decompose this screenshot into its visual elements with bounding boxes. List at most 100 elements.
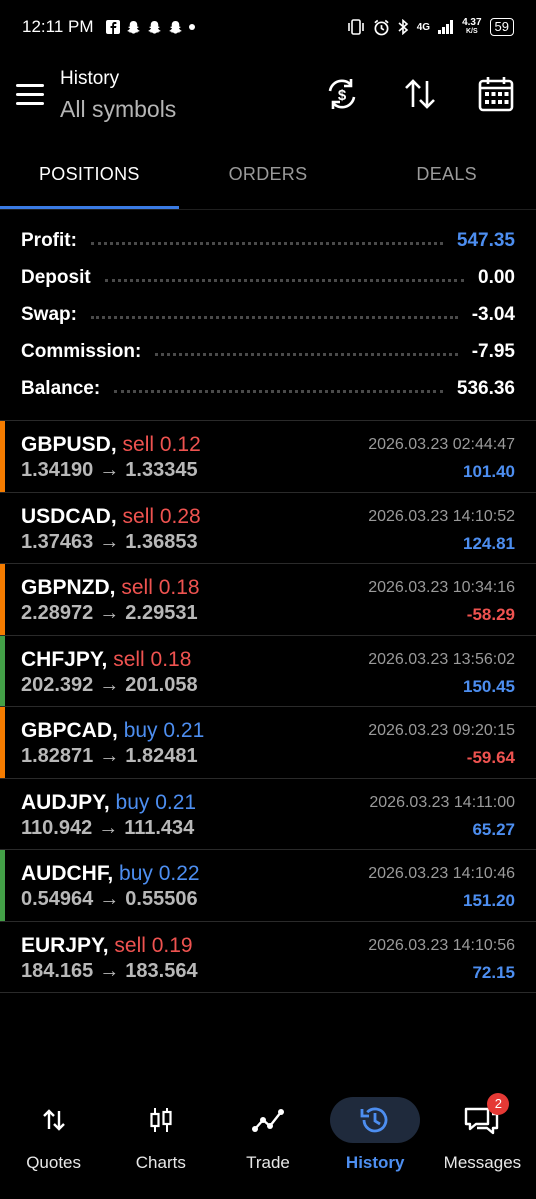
position-date: 2026.03.23 10:34:16 <box>368 579 515 596</box>
price-arrow-icon: → <box>98 816 119 839</box>
open-price: 0.54964 <box>21 888 94 910</box>
position-symbol: GBPUSD, sell 0.12 <box>21 433 201 457</box>
close-price: 1.33345 <box>125 459 198 481</box>
summary-label: Balance: <box>21 377 101 399</box>
status-time: 12:11 PM <box>22 17 94 36</box>
price-arrow-icon: → <box>99 530 120 553</box>
position-row[interactable]: GBPNZD, sell 0.18 2.28972 → 2.29531 2026.0… <box>0 564 536 636</box>
unread-badge: 2 <box>487 1093 510 1115</box>
nav-label: Quotes <box>26 1153 81 1172</box>
nav-history[interactable]: History <box>322 1089 429 1199</box>
position-symbol: AUDCHF, buy 0.22 <box>21 862 200 886</box>
position-side-volume: buy 0.22 <box>119 862 200 885</box>
dotted-leader <box>114 390 443 393</box>
symbol-name: USDCAD, <box>21 504 117 528</box>
position-profit: 72.15 <box>472 962 515 982</box>
dotted-leader <box>155 353 458 356</box>
notification-icons <box>105 20 195 35</box>
position-row[interactable]: EURJPY, sell 0.19 184.165 → 183.564 2026.0… <box>0 922 536 993</box>
symbol-name: GBPNZD, <box>21 576 116 599</box>
position-prices: 202.392 → 201.058 <box>21 674 198 697</box>
position-date: 2026.03.23 14:11:00 <box>369 793 515 811</box>
position-prices: 0.54964 → 0.55506 <box>21 888 198 911</box>
position-prices: 184.165 → 183.564 <box>21 960 198 983</box>
snapchat-icon <box>126 20 140 34</box>
open-price: 1.34190 <box>21 459 94 481</box>
position-profit: 124.81 <box>463 533 515 553</box>
close-price: 183.564 <box>125 959 198 982</box>
nav-quotes[interactable]: Quotes <box>0 1089 107 1199</box>
facebook-icon <box>105 20 120 34</box>
dotted-leader <box>90 242 443 245</box>
system-icons: 4G 4.37 K/S 59 <box>347 18 514 36</box>
position-color-marker <box>0 493 5 564</box>
alarm-icon <box>374 19 389 35</box>
position-profit: 150.45 <box>463 676 515 696</box>
position-symbol: CHFJPY, sell 0.18 <box>21 648 191 672</box>
open-price: 110.942 <box>21 816 93 839</box>
summary-deposit-row: Deposit 0.00 <box>0 259 536 296</box>
history-tabs: POSITIONS ORDERS DEALS <box>0 150 536 210</box>
currency-refresh-icon: $ <box>328 79 356 109</box>
position-row[interactable]: GBPCAD, buy 0.21 1.82871 → 1.82481 2026.03… <box>0 707 536 779</box>
nav-trade[interactable]: Trade <box>214 1089 321 1199</box>
close-price: 111.434 <box>124 816 195 839</box>
hamburger-menu-icon[interactable] <box>16 84 44 106</box>
position-side-volume: sell 0.19 <box>114 933 193 957</box>
position-date: 2026.03.23 09:20:15 <box>368 722 515 739</box>
position-symbol: USDCAD, sell 0.28 <box>21 505 201 529</box>
summary-label: Commission: <box>21 340 142 362</box>
chat-icon: 2 <box>437 1093 527 1143</box>
position-color-marker <box>0 635 5 706</box>
open-price: 1.82871 <box>21 745 94 767</box>
price-arrow-icon: → <box>99 888 120 910</box>
tab-orders[interactable]: ORDERS <box>179 150 358 209</box>
position-row[interactable]: AUDJPY, buy 0.21 110.942 → 111.434 2026.03… <box>0 779 536 850</box>
tab-deals[interactable]: DEALS <box>357 150 536 209</box>
dot-icon <box>188 24 195 30</box>
summary-label: Deposit <box>21 266 91 288</box>
symbol-name: CHFJPY, <box>21 647 108 671</box>
position-prices: 2.28972 → 2.29531 <box>21 602 198 625</box>
position-profit: 65.27 <box>472 819 515 839</box>
position-row[interactable]: GBPUSD, sell 0.12 1.34190 → 1.33345 2026.0… <box>0 421 536 493</box>
account-summary: Profit: 547.35 Deposit 0.00 Swap: -3.04 … <box>0 222 536 407</box>
nav-label: Messages <box>443 1153 522 1172</box>
symbol-name: GBPCAD, <box>21 719 118 742</box>
position-color-marker <box>0 779 5 850</box>
sort-arrows-icon <box>405 79 435 109</box>
currency-refresh-button[interactable]: $ <box>322 74 362 114</box>
tab-positions[interactable]: POSITIONS <box>0 150 179 209</box>
position-symbol: GBPCAD, buy 0.21 <box>21 719 204 743</box>
position-date: 2026.03.23 14:10:56 <box>368 936 515 954</box>
summary-label: Swap: <box>21 303 77 325</box>
summary-value: 536.36 <box>456 377 515 399</box>
position-row[interactable]: AUDCHF, buy 0.22 0.54964 → 0.55506 2026.03… <box>0 850 536 922</box>
price-arrow-icon: → <box>99 459 120 481</box>
status-bar: 12:11 PM 4G 4.37 K/S 59 <box>0 0 536 54</box>
position-profit: 101.40 <box>463 462 515 481</box>
position-side-volume: buy 0.21 <box>115 790 197 814</box>
symbol-name: GBPUSD, <box>21 433 117 456</box>
position-row[interactable]: CHFJPY, sell 0.18 202.392 → 201.058 2026.0… <box>0 635 536 707</box>
nav-messages[interactable]: 2 Messages <box>429 1089 536 1199</box>
summary-value: 0.00 <box>478 266 515 288</box>
nav-charts[interactable]: Charts <box>107 1089 214 1199</box>
sort-button[interactable] <box>400 74 440 114</box>
position-side-volume: sell 0.12 <box>122 433 201 456</box>
quotes-arrows-icon <box>9 1097 99 1143</box>
position-prices: 1.82871 → 1.82481 <box>21 745 198 768</box>
price-arrow-icon: → <box>99 745 120 767</box>
symbol-filter[interactable]: All symbols <box>60 96 176 123</box>
dotted-leader <box>90 316 458 319</box>
position-date: 2026.03.23 14:10:46 <box>368 865 515 882</box>
position-row[interactable]: USDCAD, sell 0.28 1.37463 → 1.36853 2026.0… <box>0 493 536 564</box>
position-prices: 1.34190 → 1.33345 <box>21 459 198 482</box>
position-color-marker <box>0 564 5 635</box>
summary-label: Profit: <box>21 229 77 251</box>
position-date: 2026.03.23 14:10:52 <box>368 507 515 525</box>
dotted-leader <box>104 279 465 282</box>
calendar-button[interactable] <box>476 74 516 114</box>
position-profit: -58.29 <box>466 605 515 624</box>
summary-commission-row: Commission: -7.95 <box>0 333 536 370</box>
